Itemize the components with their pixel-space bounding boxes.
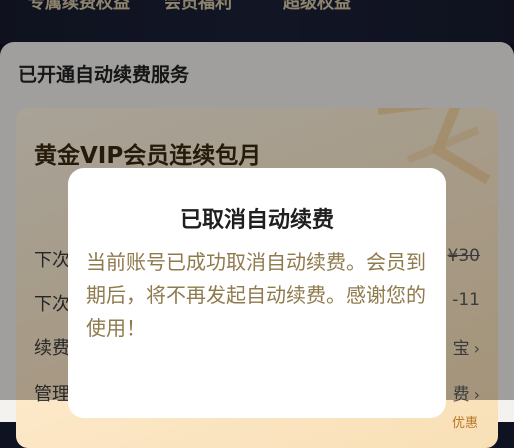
dialog-title: 已取消自动续费 (179, 208, 334, 233)
cancel-confirmation-dialog: 已取消自动续费 当前账号已成功取消自动续费。会员到期后，将不再发起自动续费。感谢… (68, 168, 446, 418)
dialog-message: 当前账号已成功取消自动续费。会员到期后，将不再发起自动续费。感谢您的使用！ (86, 250, 426, 340)
discount-note: 优惠 (451, 416, 478, 431)
